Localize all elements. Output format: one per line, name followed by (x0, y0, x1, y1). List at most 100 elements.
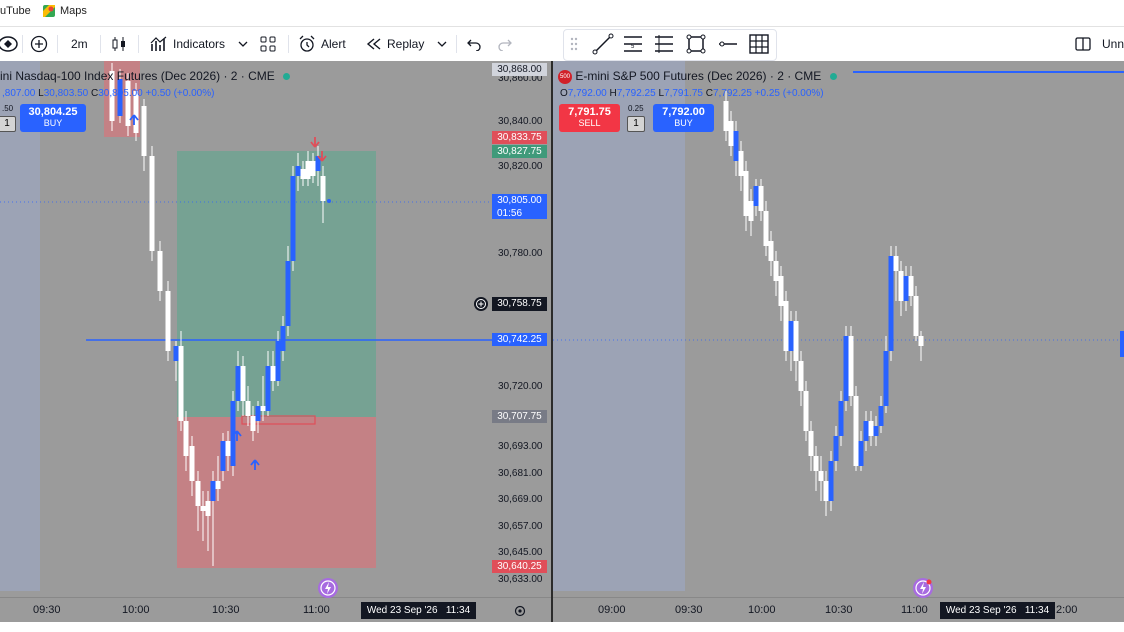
bottom-strip (0, 622, 1124, 632)
redo-button[interactable] (497, 27, 513, 61)
candle-body (255, 406, 261, 421)
candle-body (898, 271, 904, 301)
interval-button[interactable]: 2m (71, 27, 88, 61)
candle-body (858, 441, 864, 466)
drag-handle-icon[interactable] (569, 33, 579, 55)
symbol-title: ini Nasdaq-100 Index Futures (Dec 2026) … (0, 69, 275, 83)
last-price-label: 30,805.00 01:56 (492, 194, 547, 219)
layout-split-icon (1075, 37, 1091, 51)
candle-body (728, 121, 734, 146)
candle-body (893, 256, 899, 271)
undo-button[interactable] (466, 27, 482, 61)
ohlc-low: 7,791.75 (664, 88, 703, 99)
top-toolbar: 2m Indicators Alert Replay Unn (0, 27, 1124, 62)
buy-button[interactable]: 30,804.25 BUY (20, 104, 86, 132)
ohlc-high: 7,792.25 (616, 88, 656, 99)
candle-body (310, 161, 316, 176)
candle-body (270, 366, 276, 381)
candle-body (768, 241, 774, 261)
price-tick: 30,780.00 (498, 248, 543, 259)
quantity-field[interactable]: 1 (0, 116, 16, 132)
horizontal-ray-icon[interactable] (717, 33, 739, 55)
crosshair-date: Wed 23 Sep '26 (366, 605, 438, 616)
candle-body (300, 169, 306, 179)
buy-price: 30,804.25 (28, 106, 78, 118)
candle-body (275, 341, 281, 381)
price-tick: 30,645.00 (498, 547, 543, 558)
bookmark-youtube[interactable]: uTube (0, 5, 31, 17)
fib-retracement-icon[interactable]: 5 (622, 33, 644, 55)
time-tick: 09:00 (598, 604, 626, 616)
candle-body (748, 201, 754, 221)
candle-body (798, 361, 804, 391)
ohlc-readout: ,807.00 L30,803.50 C30,805.00 +0.50 (+0.… (2, 88, 214, 99)
price-tick: 30,681.00 (498, 468, 543, 479)
compare-button[interactable] (30, 27, 48, 61)
indicators-button[interactable]: Indicators (150, 27, 250, 61)
candle-body (220, 441, 226, 471)
ohlc-close: 7,792.25 (712, 88, 752, 99)
target-price-label: 30,827.75 (492, 145, 547, 158)
candle-body (878, 406, 884, 426)
flash-event-icon[interactable] (913, 578, 933, 598)
price-tick: 30,840.00 (498, 116, 543, 127)
candle-body (833, 436, 839, 461)
symbol-search-button[interactable] (0, 27, 18, 61)
left-chart-pane[interactable]: ini Nasdaq-100 Index Futures (Dec 2026) … (0, 61, 551, 622)
chart-type-button[interactable] (110, 27, 128, 61)
rectangle-icon[interactable] (685, 33, 707, 55)
right-chart-pane[interactable]: 500 E-mini S&P 500 Futures (Dec 2026) · … (553, 61, 1124, 622)
candle-body (235, 366, 241, 401)
fib-extension-icon[interactable] (653, 33, 675, 55)
candle-body (838, 401, 844, 436)
diamond-icon (0, 36, 18, 52)
flash-event-icon[interactable] (318, 578, 338, 598)
chevron-down-icon[interactable] (435, 37, 449, 51)
price-tick: 30,633.00 (498, 574, 543, 585)
candle-body (793, 321, 799, 361)
quantity-field[interactable]: 1 (627, 116, 645, 132)
candle-body (908, 276, 914, 296)
price-scale-marker (1120, 331, 1124, 357)
right-chart-canvas[interactable] (553, 61, 1124, 622)
last-price-value: 30,805.00 (497, 195, 542, 206)
price-tick: 30,720.00 (498, 381, 543, 392)
crosshair-price-label: 30,758.75 (492, 297, 547, 311)
sell-button[interactable]: 7,791.75 SELL (559, 104, 620, 132)
candle-body (240, 366, 246, 401)
price-tick: 30,669.00 (498, 494, 543, 505)
candle-body (913, 296, 919, 336)
layout-button[interactable]: Unn (1075, 27, 1124, 61)
spread-value: .50 (2, 104, 14, 113)
table-icon[interactable] (748, 33, 770, 55)
candle-body (823, 481, 829, 501)
chevron-down-icon[interactable] (236, 37, 250, 51)
buy-button[interactable]: 7,792.00 BUY (653, 104, 714, 132)
alarm-clock-icon (299, 35, 315, 52)
toolbar-divider (57, 35, 58, 53)
replay-button[interactable]: Replay (366, 27, 449, 61)
bookmark-maps[interactable]: Maps (43, 5, 87, 17)
low-price-label: 30,640.25 (492, 560, 547, 573)
buy-label: BUY (43, 118, 63, 128)
candle-body (260, 406, 266, 411)
time-tick: 09:30 (675, 604, 703, 616)
high-price-label: 30,868.00 (492, 63, 547, 76)
left-chart-canvas[interactable] (0, 61, 551, 622)
candle-body (285, 261, 291, 326)
trend-line-icon[interactable] (592, 33, 614, 55)
candle-body (738, 151, 744, 176)
settings-gear-icon[interactable] (513, 604, 527, 618)
candle-body (803, 391, 809, 431)
maps-icon (43, 5, 55, 17)
candle-body (157, 251, 163, 291)
price-tick: 30,657.00 (498, 521, 543, 532)
candle-body (743, 171, 749, 216)
add-alert-plus-icon[interactable] (474, 297, 488, 311)
templates-button[interactable] (260, 27, 276, 61)
ohlc-high-key: H (609, 88, 617, 99)
ohlc-open: ,807.00 (2, 88, 36, 99)
candle-body (843, 336, 849, 401)
alert-button[interactable]: Alert (298, 27, 346, 61)
time-tick: 10:30 (212, 604, 240, 616)
